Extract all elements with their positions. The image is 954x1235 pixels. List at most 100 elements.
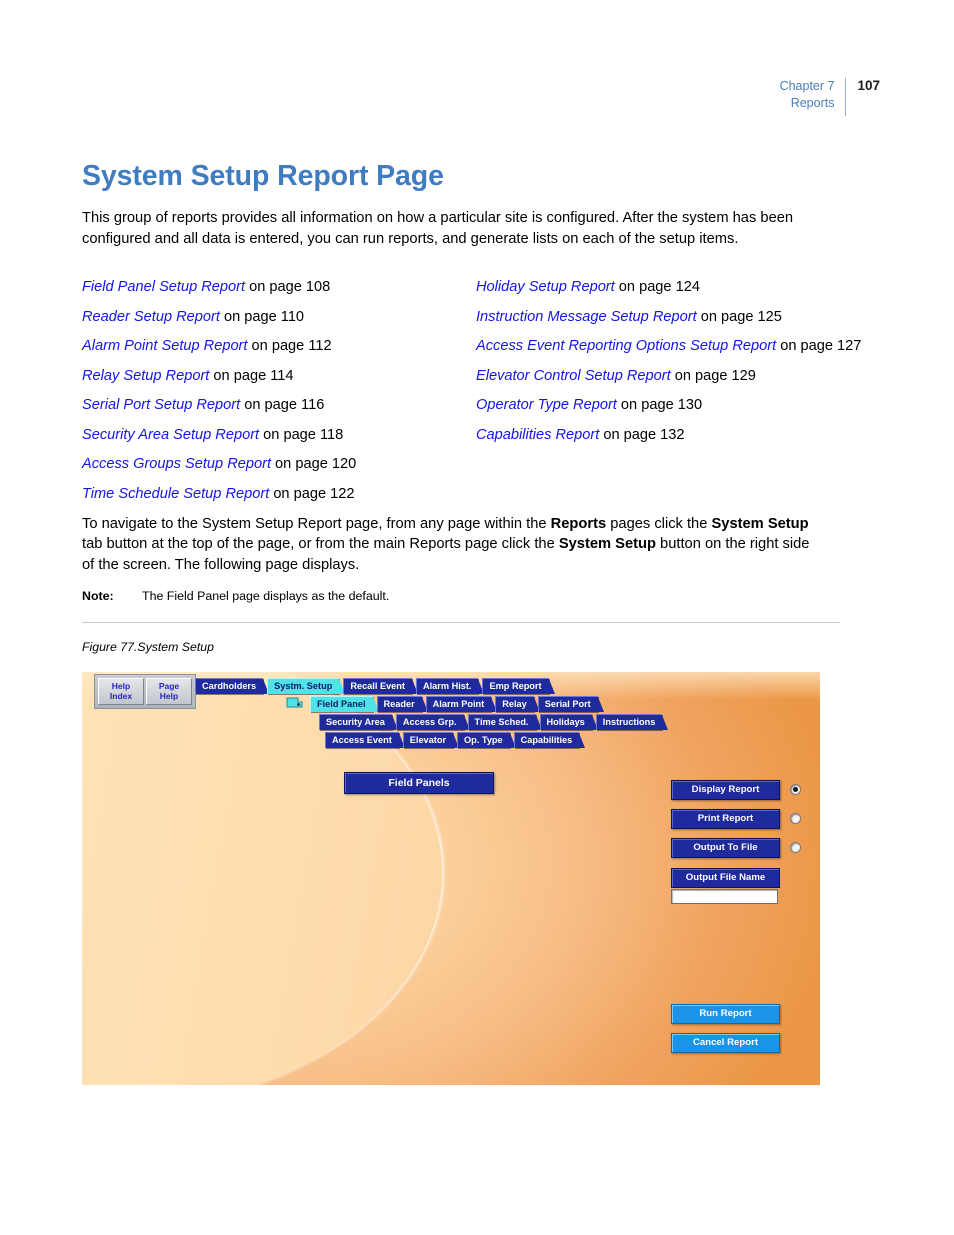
list-item[interactable]: Relay Setup Report on page 114 bbox=[82, 367, 462, 386]
display-report-radio[interactable] bbox=[790, 784, 801, 795]
xref-link[interactable]: Relay Setup Report bbox=[82, 368, 209, 384]
note-text: The Field Panel page displays as the def… bbox=[142, 589, 390, 603]
xref-link[interactable]: Holiday Setup Report bbox=[476, 279, 615, 295]
xref-tail: on page 110 bbox=[219, 308, 305, 325]
output-options-group: Display Report Print Report Output To Fi… bbox=[671, 780, 801, 904]
print-report-button[interactable]: Print Report bbox=[671, 809, 780, 829]
navigate-text-3: tab button at the top of the page, or fr… bbox=[82, 536, 559, 553]
list-item[interactable]: Reader Setup Report on page 110 bbox=[82, 308, 462, 327]
xref-link[interactable]: Security Area Setup Report bbox=[82, 427, 259, 443]
navigate-text-2: pages click the bbox=[606, 516, 712, 532]
tab-navigation: Cardholders Systm. Setup Recall Event Al… bbox=[82, 676, 820, 756]
xref-tail: on page 120 bbox=[271, 456, 357, 472]
list-item[interactable]: Elevator Control Setup Report on page 12… bbox=[476, 367, 866, 386]
note-block: Note: The Field Panel page displays as th… bbox=[82, 588, 822, 604]
page-number: 107 bbox=[857, 78, 880, 93]
run-report-button[interactable]: Run Report bbox=[671, 1004, 780, 1024]
tab-security-area[interactable]: Security Area bbox=[319, 714, 398, 730]
panel-heading-field-panels: Field Panels bbox=[344, 772, 494, 794]
xref-tail: on page 122 bbox=[269, 485, 355, 502]
tab-relay[interactable]: Relay bbox=[495, 696, 540, 712]
tab-elevator[interactable]: Elevator bbox=[402, 732, 460, 748]
tab-emp-report[interactable]: Emp Report bbox=[482, 678, 555, 694]
tab-op-type[interactable]: Op. Type bbox=[457, 732, 516, 748]
tab-field-panel[interactable]: Field Panel bbox=[310, 696, 378, 712]
page-title: System Setup Report Page bbox=[82, 160, 444, 192]
header-divider bbox=[845, 78, 847, 116]
list-item[interactable]: Field Panel Setup Report on page 108 bbox=[82, 278, 462, 297]
tab-access-grp[interactable]: Access Grp. bbox=[395, 714, 470, 730]
list-item[interactable]: Alarm Point Setup Report on page 112 bbox=[82, 337, 462, 356]
navigate-bold-system-setup-2: System Setup bbox=[558, 536, 656, 553]
xref-link[interactable]: Reader Setup Report bbox=[82, 309, 220, 325]
tab-row-tertiary: Security Area Access Grp. Time Sched. Ho… bbox=[319, 714, 668, 730]
xref-tail: on page 130 bbox=[616, 397, 703, 413]
cancel-report-button[interactable]: Cancel Report bbox=[671, 1033, 780, 1053]
xref-tail: on page 127 bbox=[776, 338, 862, 354]
output-to-file-row: Output To File bbox=[671, 838, 801, 858]
xref-tail: on page 124 bbox=[614, 279, 700, 295]
xref-link[interactable]: Time Schedule Setup Report bbox=[82, 486, 269, 502]
xref-column-right: Holiday Setup Report on page 124 Instruc… bbox=[476, 278, 866, 455]
list-item[interactable]: Serial Port Setup Report on page 116 bbox=[82, 396, 462, 415]
navigate-bold-reports: Reports bbox=[550, 516, 607, 532]
application-screenshot: Help Index Page Help Cardholders Systm. … bbox=[82, 672, 820, 1085]
xref-tail: on page 114 bbox=[209, 367, 294, 384]
xref-link[interactable]: Instruction Message Setup Report bbox=[476, 309, 697, 325]
output-to-file-button[interactable]: Output To File bbox=[671, 838, 780, 858]
output-file-name-label: Output File Name bbox=[671, 868, 780, 888]
tab-instructions[interactable]: Instructions bbox=[595, 714, 668, 730]
tab-cardholders[interactable]: Cardholders bbox=[195, 678, 270, 694]
xref-link[interactable]: Field Panel Setup Report bbox=[82, 279, 245, 295]
tab-holidays[interactable]: Holidays bbox=[539, 714, 599, 730]
tab-row-quaternary: Access Event Elevator Op. Type Capabilit… bbox=[325, 732, 585, 748]
list-item[interactable]: Access Event Reporting Options Setup Rep… bbox=[476, 337, 866, 356]
display-report-button[interactable]: Display Report bbox=[671, 780, 780, 800]
xref-tail: on page 132 bbox=[599, 426, 685, 443]
xref-tail: on page 108 bbox=[245, 279, 331, 295]
list-item[interactable]: Access Groups Setup Report on page 120 bbox=[82, 455, 462, 474]
selection-arrow-icon bbox=[286, 696, 304, 711]
horizontal-divider bbox=[82, 622, 840, 623]
figure-caption: Figure 77.System Setup bbox=[82, 640, 214, 654]
xref-link[interactable]: Capabilities Report bbox=[476, 427, 599, 443]
tab-reader[interactable]: Reader bbox=[376, 696, 428, 712]
xref-link[interactable]: Serial Port Setup Report bbox=[82, 397, 240, 413]
list-item[interactable]: Holiday Setup Report on page 124 bbox=[476, 278, 866, 297]
intro-paragraph: This group of reports provides all infor… bbox=[82, 210, 794, 247]
list-item[interactable]: Capabilities Report on page 132 bbox=[476, 426, 866, 445]
display-report-row: Display Report bbox=[671, 780, 801, 800]
xref-tail: on page 129 bbox=[670, 367, 756, 384]
tab-alarm-point[interactable]: Alarm Point bbox=[425, 696, 497, 712]
header-chapter-block: Chapter 7 Reports bbox=[780, 78, 846, 111]
xref-tail: on page 125 bbox=[696, 308, 782, 325]
print-report-radio[interactable] bbox=[790, 813, 801, 824]
tab-recall-event[interactable]: Recall Event bbox=[343, 678, 418, 694]
xref-link[interactable]: Alarm Point Setup Report bbox=[82, 338, 247, 354]
xref-column-left: Field Panel Setup Report on page 108 Rea… bbox=[82, 278, 462, 514]
tab-alarm-hist[interactable]: Alarm Hist. bbox=[415, 678, 484, 694]
list-item[interactable]: Operator Type Report on page 130 bbox=[476, 396, 866, 415]
print-report-row: Print Report bbox=[671, 809, 801, 829]
tab-serial-port[interactable]: Serial Port bbox=[537, 696, 604, 712]
tab-access-event[interactable]: Access Event bbox=[325, 732, 405, 748]
run-buttons-group: Run Report Cancel Report bbox=[671, 1004, 801, 1062]
list-item[interactable]: Instruction Message Setup Report on page… bbox=[476, 308, 866, 327]
navigation-paragraph: To navigate to the System Setup Report p… bbox=[82, 514, 822, 575]
tab-system-setup[interactable]: Systm. Setup bbox=[267, 678, 346, 694]
tab-capabilities[interactable]: Capabilities bbox=[513, 732, 585, 748]
tab-time-sched[interactable]: Time Sched. bbox=[467, 714, 542, 730]
output-to-file-radio[interactable] bbox=[790, 842, 801, 853]
xref-link[interactable]: Elevator Control Setup Report bbox=[476, 368, 671, 384]
output-file-name-input[interactable] bbox=[671, 889, 778, 904]
xref-link[interactable]: Access Event Reporting Options Setup Rep… bbox=[476, 338, 776, 354]
xref-link[interactable]: Access Groups Setup Report bbox=[82, 456, 271, 472]
list-item[interactable]: Security Area Setup Report on page 118 bbox=[82, 426, 462, 445]
navigate-text-1: To navigate to the System Setup Report p… bbox=[82, 516, 551, 532]
note-label: Note: bbox=[82, 589, 114, 603]
xref-tail: on page 112 bbox=[247, 338, 332, 354]
xref-link[interactable]: Operator Type Report bbox=[476, 397, 617, 413]
header-chapter: Chapter 7 bbox=[779, 79, 835, 93]
list-item[interactable]: Time Schedule Setup Report on page 122 bbox=[82, 485, 462, 504]
xref-tail: on page 116 bbox=[240, 397, 325, 413]
